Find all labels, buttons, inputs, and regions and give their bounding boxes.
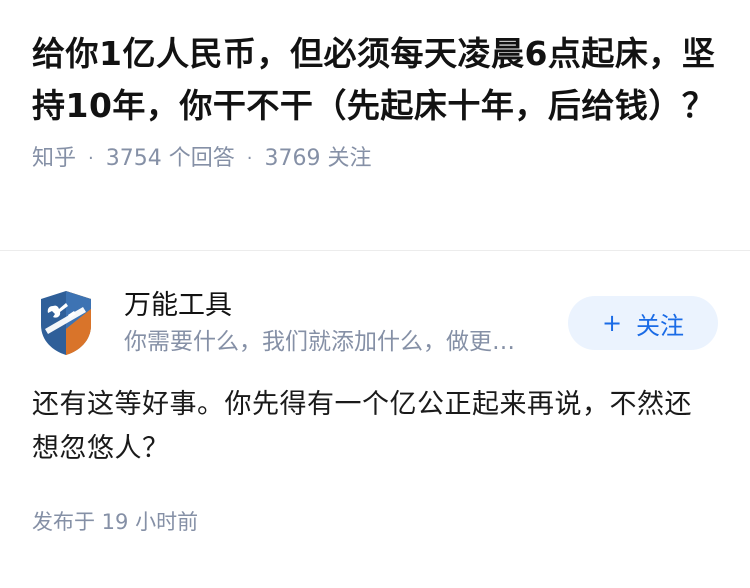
- author-bio: 你需要什么，我们就添加什么，做更好用的工具: [124, 329, 534, 355]
- answer-count[interactable]: 3754 个回答: [106, 144, 235, 174]
- author-row: 万能工具 你需要什么，我们就添加什么，做更好用的工具 + 关注: [32, 287, 718, 359]
- question-header: 给你1亿人民币，但必须每天凌晨6点起床，坚持10年，你干不干（先起床十年，后给钱…: [0, 0, 750, 222]
- follow-button[interactable]: + 关注: [568, 296, 718, 350]
- follower-count[interactable]: 3769 关注: [264, 144, 371, 174]
- question-title[interactable]: 给你1亿人民币，但必须每天凌晨6点起床，坚持10年，你干不干（先起床十年，后给钱…: [32, 28, 718, 132]
- section-divider: [0, 250, 750, 251]
- author-info: 万能工具 你需要什么，我们就添加什么，做更好用的工具: [124, 289, 534, 357]
- source-label[interactable]: 知乎: [32, 144, 76, 174]
- author-name[interactable]: 万能工具: [124, 289, 534, 323]
- plus-icon: +: [601, 309, 623, 337]
- answer-content[interactable]: 还有这等好事。你先得有一个亿公正起来再说，不然还想忽悠人？: [32, 383, 718, 471]
- question-meta: 知乎 · 3754 个回答 · 3769 关注: [32, 144, 718, 174]
- answer-card: 万能工具 你需要什么，我们就添加什么，做更好用的工具 + 关注 还有这等好事。你…: [0, 287, 750, 537]
- meta-separator: ·: [88, 148, 94, 169]
- meta-separator: ·: [246, 148, 253, 169]
- publish-time: 发布于 19 小时前: [32, 510, 199, 534]
- follow-button-label: 关注: [636, 311, 685, 340]
- avatar[interactable]: [38, 289, 94, 357]
